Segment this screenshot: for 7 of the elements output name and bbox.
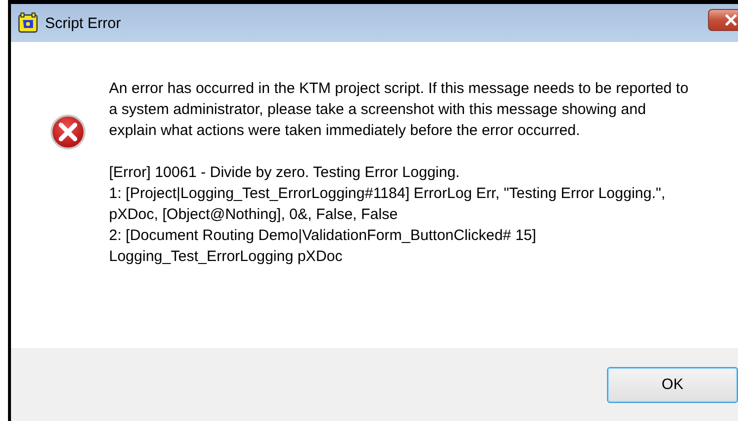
message-text: [Error] 10061 - Divide by zero. Testing Error Logging. 1: [Project|Logging_Test_ErrorLogging#1184] ErrorLog Err, "Testing Error Logging.", pXDoc, [Object@Nothing], 0&, False, False 2: [Document Routing Demo|ValidationForm_ButtonClicked# 15] Logging_Test_ErrorLogging pXDoc: [109, 163, 666, 267]
message-text: An error has occurred in the KTM project script. If this message needs to be reported to a system administrator, please take a screenshot with this message showing and explain what actions were taken immediately before the error occurred.: [109, 79, 690, 141]
close-icon: [724, 14, 738, 26]
window-title: Script Error: [45, 14, 121, 32]
ok-button[interactable]: OK: [607, 366, 738, 402]
error-icon: [50, 114, 86, 150]
app-icon: [17, 12, 39, 34]
